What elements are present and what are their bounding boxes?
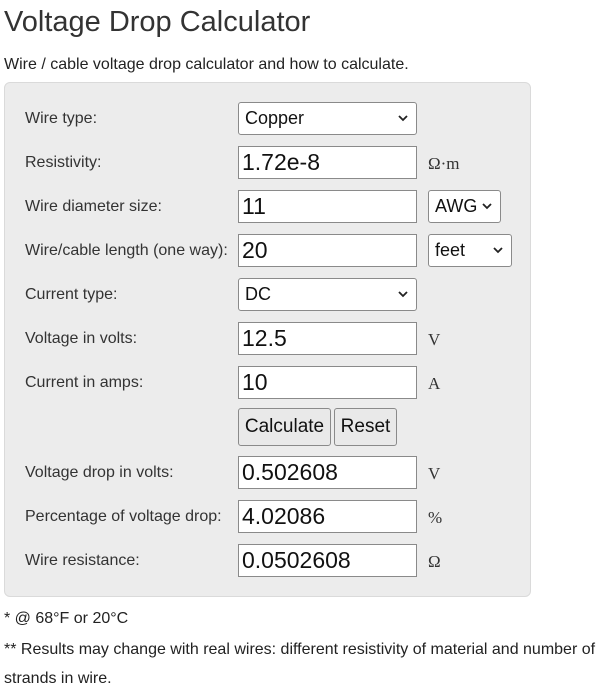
voltage-drop-output[interactable]: [238, 456, 417, 489]
page-subtitle: Wire / cable voltage drop calculator and…: [4, 56, 409, 73]
temperature-note: * @ 68°F or 20°C: [4, 610, 129, 627]
voltage-input[interactable]: [238, 322, 417, 355]
chevron-down-icon: [482, 203, 492, 210]
chevron-down-icon: [493, 247, 503, 254]
wire-diameter-input[interactable]: [238, 190, 417, 223]
voltage-drop-label: Voltage drop in volts:: [25, 464, 174, 481]
current-type-label: Current type:: [25, 286, 118, 303]
percentage-drop-output[interactable]: [238, 500, 417, 533]
resistivity-unit: Ω·m: [428, 154, 460, 173]
percentage-drop-label: Percentage of voltage drop:: [25, 508, 222, 525]
wire-type-label: Wire type:: [25, 110, 98, 127]
wire-resistance-label: Wire resistance:: [25, 552, 140, 569]
page-title: Voltage Drop Calculator: [4, 6, 311, 38]
reset-button[interactable]: Reset: [334, 408, 397, 446]
current-input[interactable]: [238, 366, 417, 399]
resistivity-label: Resistivity:: [25, 154, 102, 171]
wire-type-select[interactable]: Copper: [238, 102, 417, 135]
wire-length-unit-selected: feet: [435, 240, 466, 260]
wire-diameter-unit-selected: AWG: [435, 196, 478, 216]
percentage-drop-unit: %: [428, 508, 443, 527]
voltage-label: Voltage in volts:: [25, 330, 138, 347]
wire-resistance-unit: Ω: [428, 552, 441, 571]
chevron-down-icon: [398, 291, 408, 298]
wire-length-label: Wire/cable length (one way):: [25, 242, 228, 259]
wire-resistance-output[interactable]: [238, 544, 417, 577]
wire-type-selected: Copper: [245, 108, 305, 128]
chevron-down-icon: [398, 115, 408, 122]
wire-diameter-unit-select[interactable]: AWG: [428, 190, 501, 223]
resistivity-input[interactable]: [238, 146, 417, 179]
calculate-button[interactable]: Calculate: [238, 408, 331, 446]
current-type-select[interactable]: DC: [238, 278, 417, 311]
results-disclaimer-line1: ** Results may change with real wires: d…: [4, 641, 596, 658]
results-disclaimer-line2: strands in wire.: [4, 670, 112, 687]
current-unit: A: [428, 374, 441, 393]
voltage-drop-unit: V: [428, 464, 441, 483]
current-type-selected: DC: [245, 284, 271, 304]
current-label: Current in amps:: [25, 374, 144, 391]
wire-diameter-label: Wire diameter size:: [25, 198, 162, 215]
voltage-unit: V: [428, 330, 441, 349]
calculator-panel: Wire type: Copper Resistivity: Ω·m Wire …: [4, 82, 531, 597]
wire-length-input[interactable]: [238, 234, 417, 267]
wire-length-unit-select[interactable]: feet: [428, 234, 512, 267]
